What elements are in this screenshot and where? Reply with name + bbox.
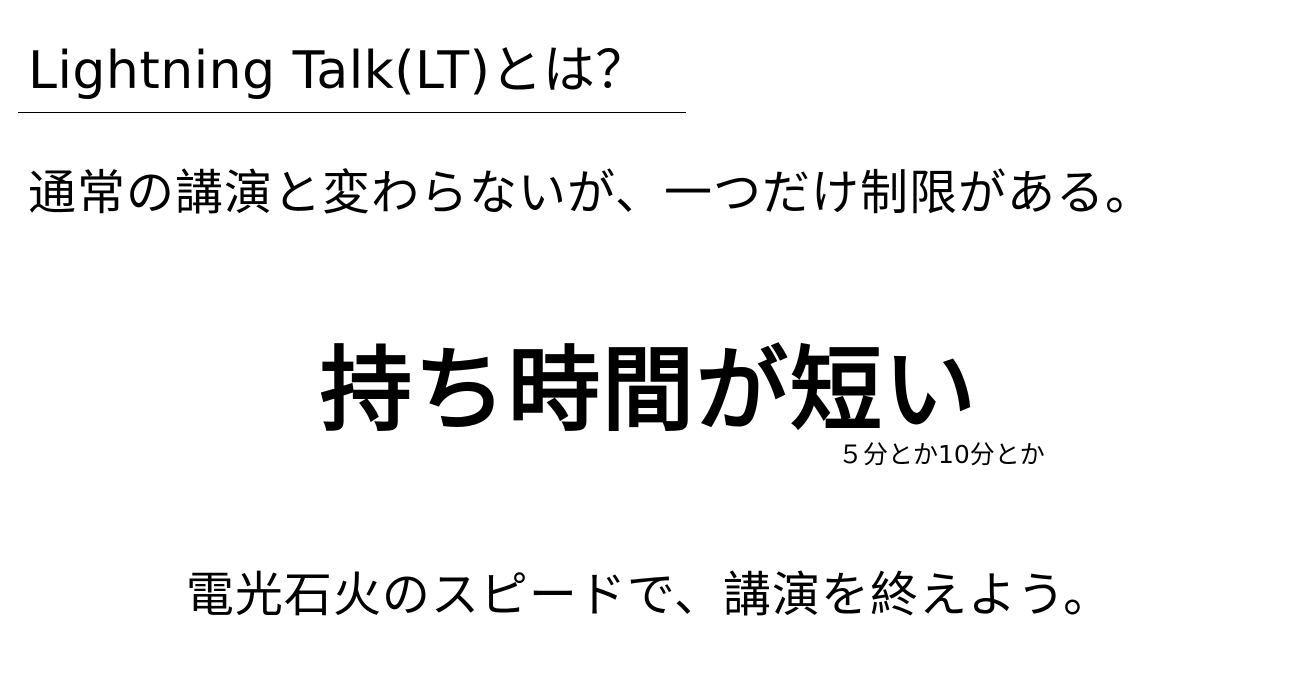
headline-text: 持ち時間が短い [319,337,978,444]
slide-title: Lightning Talk(LT)とは？ [28,41,648,101]
title-underline [18,112,686,113]
closing-text: 電光石火のスピードで、講演を終えよう。 [185,567,1113,623]
intro-text: 通常の講演と変わらないが、一つだけ制限がある。 [28,165,1155,221]
slide: Lightning Talk(LT)とは？ 通常の講演と変わらないが、一つだけ制… [0,0,1298,685]
duration-note: ５分とか10分とか [838,440,1045,469]
